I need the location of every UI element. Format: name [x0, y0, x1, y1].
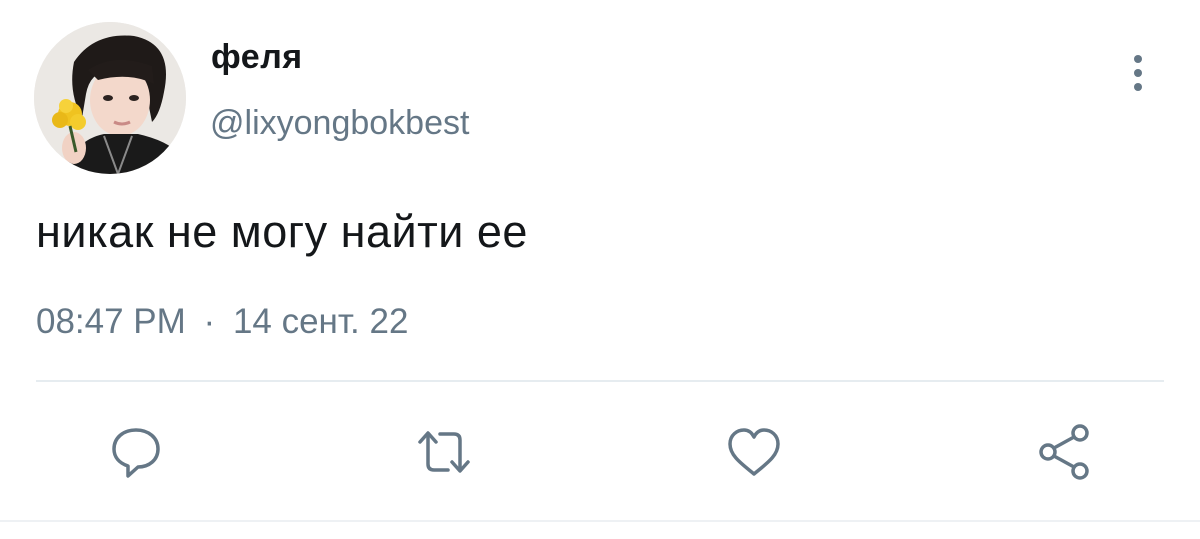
- retweet-button[interactable]: [412, 420, 476, 484]
- heart-icon: [728, 428, 780, 476]
- more-vertical-icon: [1134, 55, 1142, 91]
- avatar[interactable]: [34, 22, 186, 174]
- like-button[interactable]: [722, 420, 786, 484]
- reply-icon: [112, 428, 160, 478]
- tweet-date: 14 сент. 22: [232, 302, 409, 341]
- tweet-time: 08:47 PM: [36, 302, 186, 341]
- display-name[interactable]: феля: [211, 38, 303, 77]
- bottom-divider: [0, 520, 1200, 522]
- reply-button[interactable]: [104, 420, 168, 484]
- tweet-card: феля @lixyongbokbest никак не могу найти…: [0, 0, 1200, 539]
- retweet-icon: [418, 431, 470, 473]
- share-icon: [1039, 424, 1089, 480]
- user-handle[interactable]: @lixyongbokbest: [210, 104, 469, 143]
- tweet-text: никак не могу найти ее: [36, 206, 528, 257]
- share-button[interactable]: [1032, 420, 1096, 484]
- tweet-timestamp[interactable]: 08:47 PM · 14 сент. 22: [36, 302, 408, 342]
- avatar-image: [34, 22, 186, 174]
- meta-separator: ·: [203, 302, 216, 341]
- divider: [36, 380, 1164, 382]
- more-options-button[interactable]: [1124, 52, 1152, 94]
